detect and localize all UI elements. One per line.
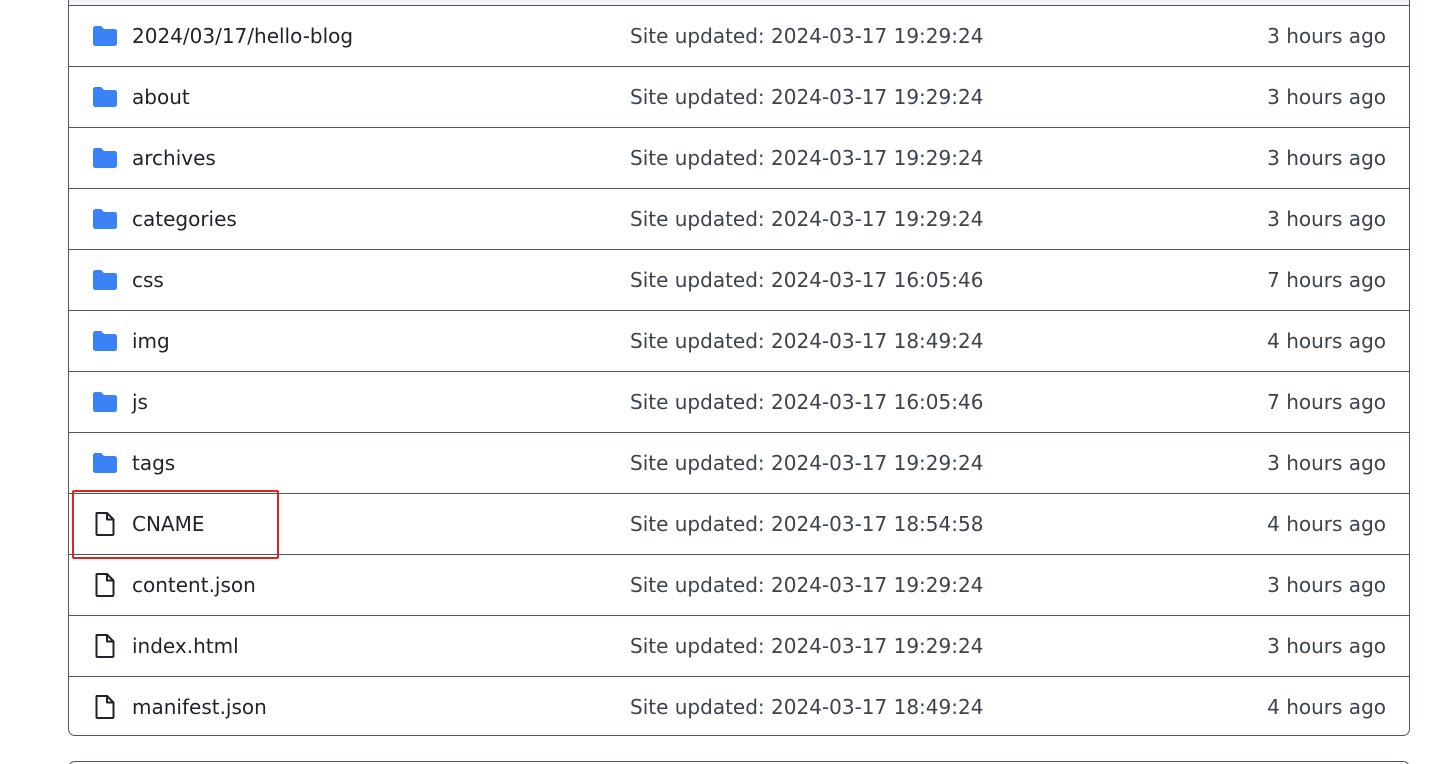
file-name-link[interactable]: archives — [132, 128, 216, 188]
table-row[interactable]: content.json Site updated: 2024-03-17 19:… — [69, 555, 1409, 616]
file-name-link[interactable]: img — [132, 311, 170, 371]
file-name-link[interactable]: CNAME — [132, 494, 205, 554]
table-row[interactable]: js Site updated: 2024-03-17 16:05:46 7 hou… — [69, 372, 1409, 433]
folder-icon — [92, 207, 118, 231]
file-icon — [92, 512, 118, 536]
file-name-link[interactable]: 2024/03/17/hello-blog — [132, 6, 353, 66]
file-name-link[interactable]: about — [132, 67, 190, 127]
commit-message-link[interactable]: Site updated: 2024-03-17 16:05:46 — [630, 372, 983, 432]
last-updated-time: 4 hours ago — [1267, 329, 1386, 353]
file-name-link[interactable]: index.html — [132, 616, 239, 676]
table-row[interactable]: css Site updated: 2024-03-17 16:05:46 7 ho… — [69, 250, 1409, 311]
last-updated-time: 4 hours ago — [1267, 512, 1386, 536]
file-name-link[interactable]: categories — [132, 189, 237, 249]
file-name-link[interactable]: css — [132, 250, 164, 310]
last-updated-time: 7 hours ago — [1267, 268, 1386, 292]
folder-icon — [92, 329, 118, 353]
file-name-link[interactable]: js — [132, 372, 148, 432]
file-icon — [92, 634, 118, 658]
file-list-table: 2024/03/17/hello-blog Site updated: 2024-… — [68, 0, 1410, 736]
table-row[interactable]: categories Site updated: 2024-03-17 19:29… — [69, 189, 1409, 250]
commit-message-link[interactable]: Site updated: 2024-03-17 18:54:58 — [630, 494, 983, 554]
commit-message-link[interactable]: Site updated: 2024-03-17 19:29:24 — [630, 128, 983, 188]
table-row[interactable]: manifest.json Site updated: 2024-03-17 18… — [69, 677, 1409, 735]
commit-message-link[interactable]: Site updated: 2024-03-17 16:05:46 — [630, 250, 983, 310]
table-row[interactable]: about Site updated: 2024-03-17 19:29:24 3 … — [69, 67, 1409, 128]
commit-message-link[interactable]: Site updated: 2024-03-17 19:29:24 — [630, 616, 983, 676]
folder-icon — [92, 268, 118, 292]
commit-message-link[interactable]: Site updated: 2024-03-17 18:49:24 — [630, 311, 983, 371]
table-row[interactable]: archives Site updated: 2024-03-17 19:29:2… — [69, 128, 1409, 189]
file-name-link[interactable]: tags — [132, 433, 175, 493]
folder-icon — [92, 390, 118, 414]
table-row[interactable]: 2024/03/17/hello-blog Site updated: 2024-… — [69, 6, 1409, 67]
last-updated-time: 3 hours ago — [1267, 146, 1386, 170]
table-row[interactable]: tags Site updated: 2024-03-17 19:29:24 3 h… — [69, 433, 1409, 494]
table-row[interactable]: index.html Site updated: 2024-03-17 19:29… — [69, 616, 1409, 677]
last-updated-time: 3 hours ago — [1267, 85, 1386, 109]
last-updated-time: 3 hours ago — [1267, 451, 1386, 475]
last-updated-time: 3 hours ago — [1267, 634, 1386, 658]
last-updated-time: 3 hours ago — [1267, 573, 1386, 597]
commit-message-link[interactable]: Site updated: 2024-03-17 19:29:24 — [630, 67, 983, 127]
last-updated-time: 3 hours ago — [1267, 207, 1386, 231]
file-icon — [92, 695, 118, 719]
folder-icon — [92, 451, 118, 475]
repository-page: 2024/03/17/hello-blog Site updated: 2024-… — [0, 0, 1431, 764]
commit-message-link[interactable]: Site updated: 2024-03-17 18:49:24 — [630, 677, 983, 735]
table-row[interactable]: CNAME Site updated: 2024-03-17 18:54:58 4 … — [69, 494, 1409, 555]
file-name-link[interactable]: manifest.json — [132, 677, 267, 735]
last-updated-time: 7 hours ago — [1267, 390, 1386, 414]
table-row[interactable]: img Site updated: 2024-03-17 18:49:24 4 ho… — [69, 311, 1409, 372]
commit-message-link[interactable]: Site updated: 2024-03-17 19:29:24 — [630, 6, 983, 66]
last-updated-time: 3 hours ago — [1267, 24, 1386, 48]
file-name-link[interactable]: content.json — [132, 555, 256, 615]
last-updated-time: 4 hours ago — [1267, 695, 1386, 719]
commit-message-link[interactable]: Site updated: 2024-03-17 19:29:24 — [630, 433, 983, 493]
folder-icon — [92, 146, 118, 170]
folder-icon — [92, 24, 118, 48]
commit-message-link[interactable]: Site updated: 2024-03-17 19:29:24 — [630, 555, 983, 615]
file-list-rows: 2024/03/17/hello-blog Site updated: 2024-… — [69, 6, 1409, 735]
file-icon — [92, 573, 118, 597]
commit-message-link[interactable]: Site updated: 2024-03-17 19:29:24 — [630, 189, 983, 249]
folder-icon — [92, 85, 118, 109]
